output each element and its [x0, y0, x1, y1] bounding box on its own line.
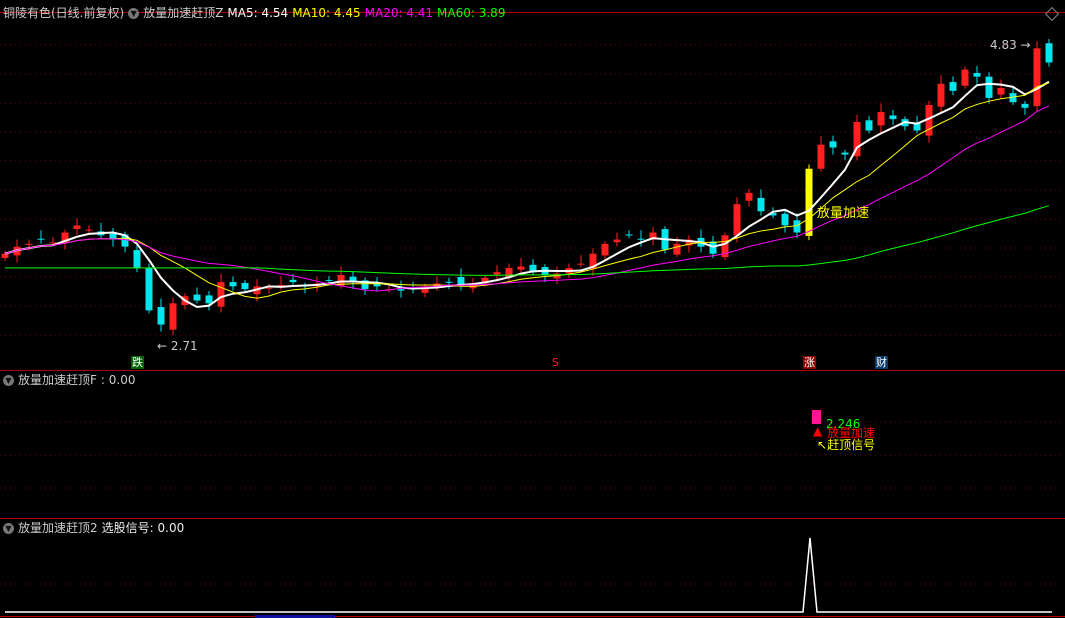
separator: [0, 518, 1065, 519]
candle-body: [73, 225, 81, 230]
bottom-axis: [0, 616, 1065, 617]
candle-body: [49, 242, 57, 244]
candle-body: [889, 115, 897, 120]
candle-body: [85, 229, 93, 231]
candle-body: [1, 253, 9, 258]
candle-body: [193, 294, 201, 301]
signal-marker: S: [552, 356, 559, 369]
candle-body: [157, 307, 165, 325]
candle-body: [877, 112, 885, 126]
signal-marker: 财: [875, 356, 888, 369]
candle-body: [325, 280, 333, 282]
ma20-line: [4, 105, 1050, 292]
ma20-label: MA20: 4.41: [364, 6, 434, 20]
candle-body: [445, 281, 453, 283]
signal-marker: 跌: [131, 356, 144, 369]
candle-body: [577, 263, 585, 265]
panel3-title: 放量加速赶顶2: [18, 521, 98, 535]
candle-body: [241, 282, 249, 290]
panel3-header: ▼ 放量加速赶顶2 选股信号: 0.00: [3, 520, 184, 536]
candle-body: [829, 141, 837, 148]
candle-body: [805, 168, 813, 236]
candle-body: [25, 243, 33, 245]
candle-body: [169, 303, 177, 330]
candle-body: [289, 279, 297, 283]
ma5-label: MA5: 4.54: [227, 6, 289, 20]
chevron-down-icon[interactable]: ▼: [128, 7, 140, 19]
candle-body: [949, 82, 957, 91]
candle-body: [841, 152, 849, 155]
candle-body: [517, 266, 525, 270]
candle-body: [781, 213, 789, 226]
candle-body: [997, 88, 1005, 95]
candle-body: [973, 72, 981, 77]
candle-body: [733, 204, 741, 236]
candle-body: [937, 83, 945, 107]
candle-body: [493, 272, 501, 275]
candle-body: [205, 295, 213, 304]
candle-body: [457, 276, 465, 285]
top-signal-text: ↖赶顶信号: [817, 438, 876, 452]
candle-body: [961, 69, 969, 86]
chevron-down-icon[interactable]: ▼: [3, 374, 14, 386]
candle-body: [601, 243, 609, 256]
main-panel-header: 铜陵有色(日线.前复权) ▼ 放量加速赶顶Z MA5: 4.54 MA10: 4…: [3, 5, 505, 21]
ma60-line: [5, 205, 1050, 276]
panel2-value: : 0.00: [100, 373, 136, 387]
candle-body: [1021, 103, 1029, 108]
candle-body: [373, 284, 381, 287]
candle-body: [217, 282, 225, 307]
candle-body: [397, 289, 405, 291]
candle-body: [37, 238, 45, 240]
candle-body: [985, 76, 993, 98]
candle-body: [745, 192, 753, 201]
candle-body: [625, 234, 633, 236]
panel2-header: ▼ 放量加速赶顶F : 0.00: [3, 372, 135, 388]
ma60-label: MA60: 3.89: [437, 6, 506, 20]
panel3-value: 选股信号: 0.00: [101, 521, 185, 535]
candle-body: [229, 282, 237, 287]
candle-body: [1033, 48, 1041, 107]
candle-body: [865, 120, 873, 131]
candle-body: [1045, 43, 1053, 63]
candle-body: [613, 239, 621, 243]
chevron-down-icon[interactable]: ▼: [3, 522, 14, 534]
candle-body: [673, 243, 681, 255]
indicator-name: 放量加速赶顶Z: [143, 6, 224, 20]
separator: [0, 370, 1065, 371]
stock-title: 铜陵有色(日线.前复权): [3, 6, 125, 20]
signal-line: [5, 537, 1052, 613]
candle-body: [133, 250, 141, 268]
ma10-line: [4, 82, 1050, 299]
signal-bar: [812, 410, 821, 424]
candle-body: [817, 144, 825, 169]
high-price-label: 4.83 →: [990, 38, 1031, 52]
volume-accel-annotation: 放量加速: [817, 206, 870, 221]
candle-body: [145, 267, 153, 311]
panel2-title: 放量加速赶顶F: [18, 373, 97, 387]
low-price-label: ← 2.71: [157, 339, 198, 353]
ma10-label: MA10: 4.45: [292, 6, 361, 20]
candle-body: [637, 238, 645, 240]
signal-marker: 涨: [803, 356, 816, 369]
candle-body: [757, 197, 765, 212]
